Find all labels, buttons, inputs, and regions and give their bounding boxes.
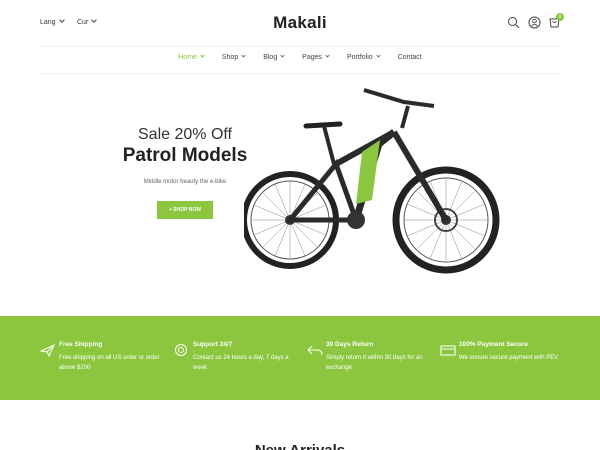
shop-now-button[interactable]: + SHOP NOW [157, 201, 213, 219]
nav-item-home[interactable]: Home [178, 53, 205, 61]
user-icon[interactable] [528, 16, 541, 29]
feature-description: Free shipping on all US order or order a… [59, 355, 160, 371]
chevron-down-icon [241, 53, 246, 58]
nav-divider [40, 73, 560, 74]
logo-text: Makali [273, 13, 327, 32]
feature-description: Simply return it within 30 days for an e… [326, 355, 423, 371]
feature-title: 30 Days Return [326, 341, 374, 348]
return-icon [307, 345, 323, 356]
feature-title: Support 24/7 [193, 341, 233, 348]
feature-title: Free Shipping [59, 341, 103, 348]
feature-description: We ensure secure payment with PEV [459, 355, 559, 361]
chevron-down-icon [200, 53, 205, 58]
nav-label: Pages [302, 54, 323, 61]
bike-image [244, 88, 500, 274]
nav-item-pages[interactable]: Pages [302, 53, 330, 61]
chevron-down-icon [376, 53, 381, 58]
top-header: Lang Cur Makali 0 [0, 0, 600, 46]
nav-label: Shop [221, 54, 239, 61]
nav-label: Contact [397, 54, 422, 61]
nav-label: Portfolio [346, 54, 373, 61]
support-icon [175, 344, 187, 356]
features-bar: Free Shipping Free shipping on all US or… [0, 316, 600, 400]
nav-label: Home [178, 54, 197, 61]
feature-title: 100% Payment Secure [459, 341, 529, 348]
nav-item-shop[interactable]: Shop [221, 53, 246, 61]
card-icon [440, 345, 456, 356]
header-divider [40, 46, 560, 47]
search-icon[interactable] [507, 16, 520, 29]
main-nav: Home Shop Blog Pages Portfolio Contact [0, 53, 600, 68]
section-title: New Arrivals [0, 442, 600, 450]
nav-item-contact[interactable]: Contact [398, 54, 422, 61]
plane-icon [40, 343, 56, 357]
chevron-down-icon [325, 53, 330, 58]
chevron-down-icon [280, 53, 285, 58]
nav-item-blog[interactable]: Blog [263, 53, 285, 61]
nav-item-portfolio[interactable]: Portfolio [346, 53, 381, 61]
feature-description: Contact us 24 hours a day, 7 days a week [193, 355, 289, 371]
nav-label: Blog [263, 54, 278, 61]
cart-count-badge: 0 [556, 13, 564, 21]
